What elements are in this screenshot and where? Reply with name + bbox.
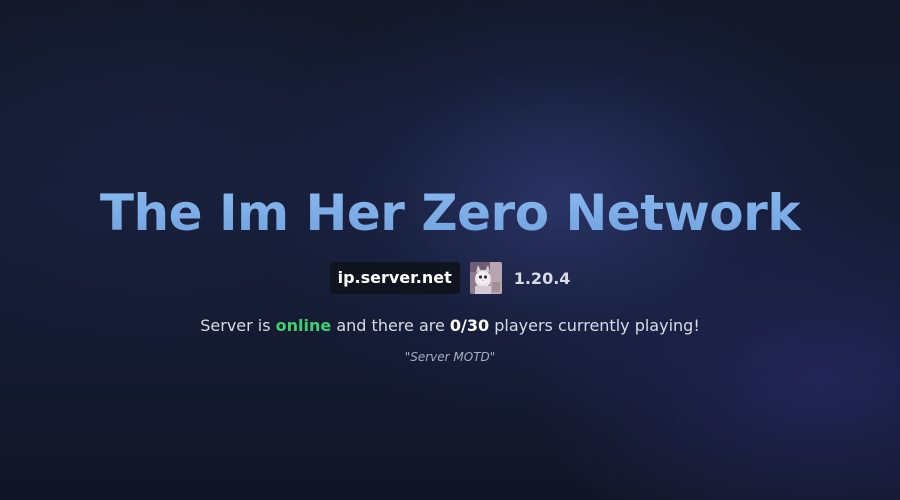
status-prefix: Server is: [200, 316, 276, 335]
hero-section: The Im Her Zero Network ip.server.net 1.…: [0, 0, 900, 500]
status-suffix: players currently playing!: [489, 316, 700, 335]
server-ip-copy-button[interactable]: ip.server.net: [329, 262, 460, 294]
server-info-row: ip.server.net 1.20.4: [0, 262, 900, 294]
player-count: 0/30: [449, 316, 490, 335]
server-icon: [469, 262, 502, 294]
status-middle: and there are: [331, 316, 450, 335]
server-version: 1.20.4: [513, 268, 571, 288]
server-status-line: Server is online and there are 0/30 play…: [0, 316, 900, 335]
server-motd: "Server MOTD": [404, 350, 496, 364]
page-title: The Im Her Zero Network: [0, 178, 900, 248]
status-badge: online: [275, 316, 332, 335]
